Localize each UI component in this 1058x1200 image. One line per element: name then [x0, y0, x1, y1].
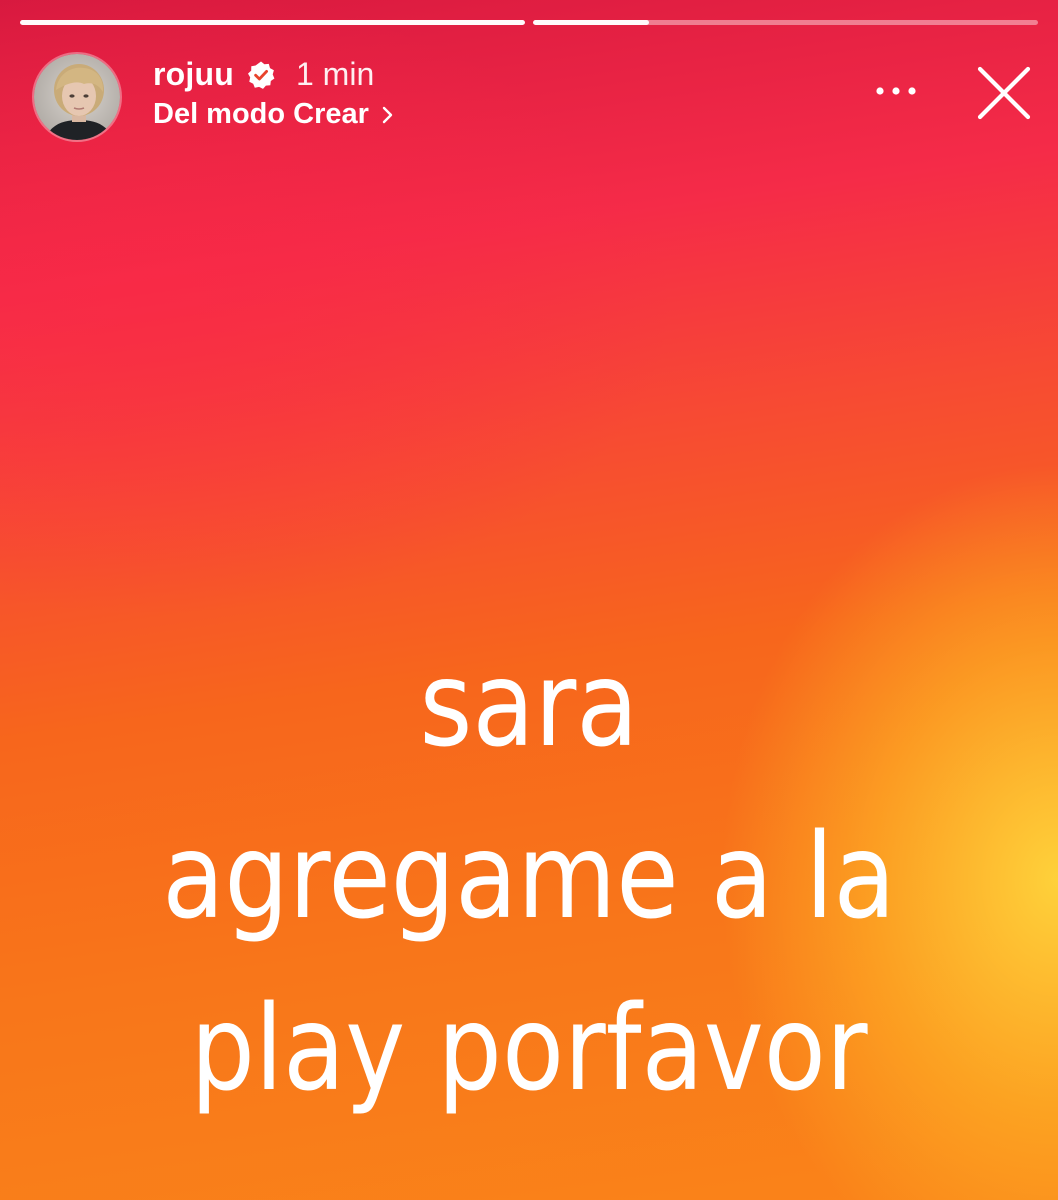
story-text: sara agregame a la play porfavor [74, 618, 984, 1134]
user-line: rojuu 1 min [153, 54, 374, 94]
progress-segment [20, 20, 525, 25]
more-options-button[interactable] [868, 66, 924, 116]
story-header: rojuu 1 min Del modo Crear [0, 40, 1058, 150]
username[interactable]: rojuu [153, 56, 234, 93]
more-horizontal-icon [876, 87, 916, 95]
story-line: sara [419, 635, 639, 773]
story-line: agregame a la [162, 807, 896, 945]
verified-badge-icon [246, 60, 276, 90]
source-label: Del modo Crear [153, 97, 369, 130]
close-icon [977, 66, 1031, 120]
avatar-image [34, 54, 120, 140]
progress-fill [20, 20, 525, 25]
progress-fill [533, 20, 650, 25]
progress-segment [533, 20, 1038, 25]
avatar[interactable] [32, 52, 122, 142]
story-line: play porfavor [190, 979, 868, 1117]
post-time: 1 min [295, 55, 375, 92]
story-progress [20, 20, 1038, 25]
chevron-right-icon [381, 103, 395, 127]
story-viewer[interactable]: rojuu 1 min Del modo Crear sara agregame… [0, 0, 1058, 1200]
source-link[interactable]: Del modo Crear [153, 96, 395, 132]
close-button[interactable] [968, 62, 1040, 124]
